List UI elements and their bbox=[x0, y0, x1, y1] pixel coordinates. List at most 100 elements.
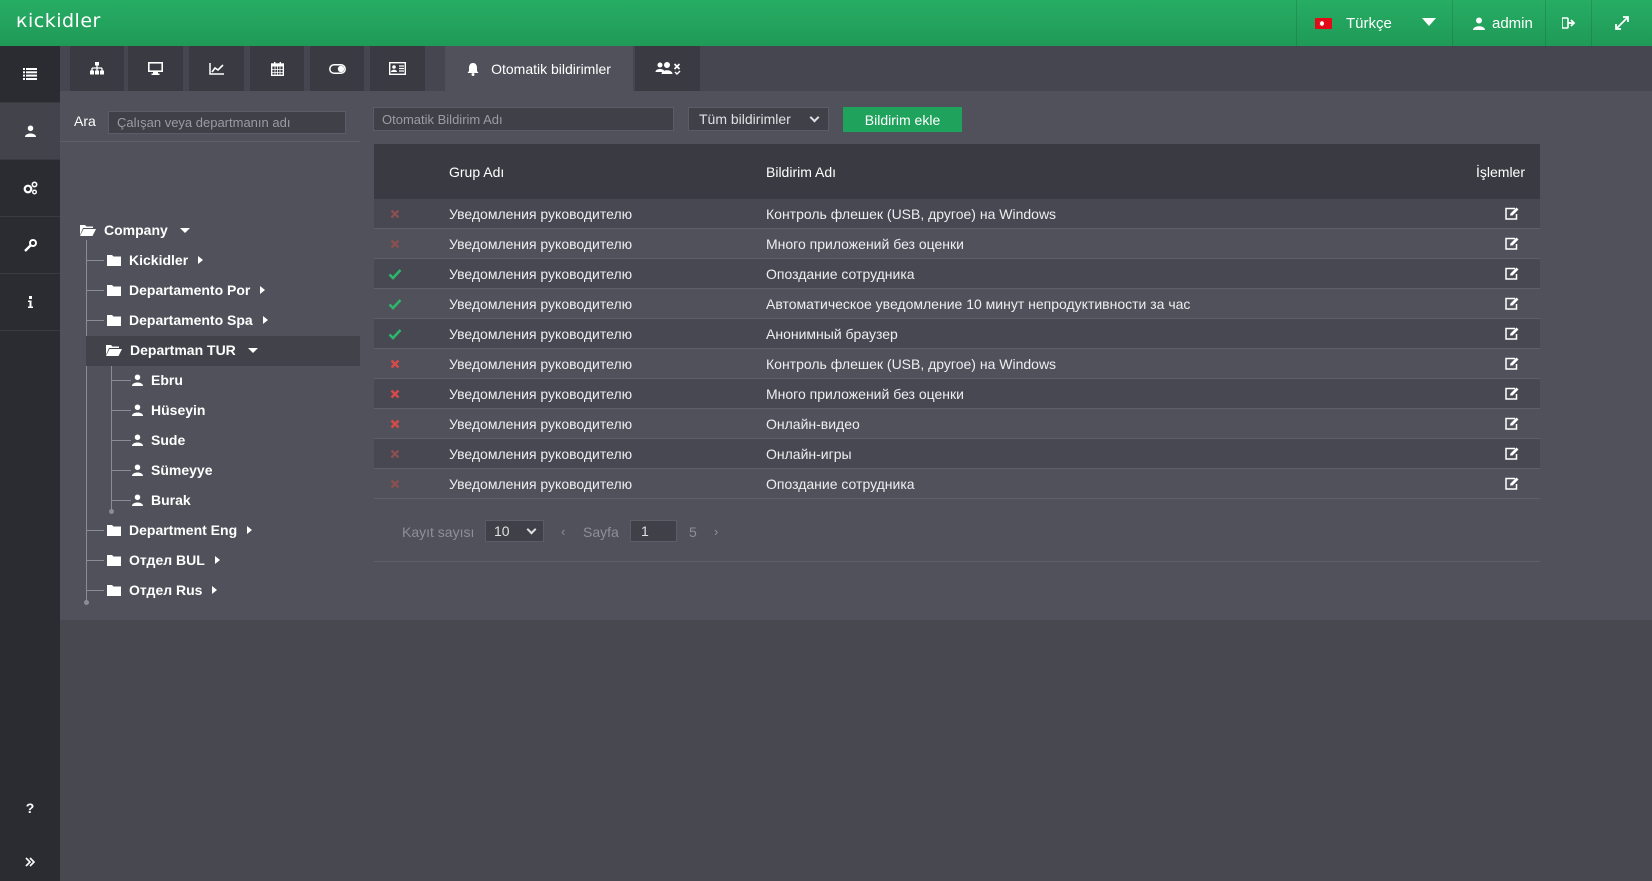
rail-employees-button[interactable] bbox=[0, 103, 60, 160]
notification-name-cell[interactable]: Анонимный браузер bbox=[766, 326, 898, 342]
rail-tools-button[interactable] bbox=[0, 217, 60, 274]
user-menu[interactable]: admin bbox=[1452, 0, 1545, 46]
edit-icon[interactable] bbox=[1505, 207, 1519, 223]
total-pages: 5 bbox=[689, 524, 697, 540]
table-row[interactable]: Уведомления руководителю Много приложений… bbox=[374, 229, 1540, 259]
tab-calendar[interactable] bbox=[250, 46, 304, 91]
double-chevron-right-icon bbox=[25, 857, 35, 867]
edit-icon[interactable] bbox=[1505, 417, 1519, 433]
caret-right-icon bbox=[247, 526, 253, 534]
column-header-name[interactable]: Bildirim Adı bbox=[766, 164, 836, 180]
folder-icon bbox=[107, 555, 121, 566]
tab-automatic-notifications[interactable]: Otomatik bildirimler bbox=[445, 46, 633, 91]
edit-icon[interactable] bbox=[1505, 297, 1519, 313]
table-row[interactable]: Уведомления руководителю Контроль флешек … bbox=[374, 349, 1540, 379]
line-chart-icon bbox=[209, 62, 224, 75]
rail-info-button[interactable] bbox=[0, 274, 60, 331]
records-count-select[interactable]: 10 bbox=[485, 520, 544, 542]
page-number-input[interactable] bbox=[630, 520, 677, 542]
notification-search-input[interactable] bbox=[373, 107, 674, 131]
tab-bar: Otomatik bildirimler bbox=[60, 46, 1652, 91]
notification-name-cell[interactable]: Много приложений без оценки bbox=[766, 236, 964, 252]
table-row[interactable]: Уведомления руководителю Анонимный браузе… bbox=[374, 319, 1540, 349]
tree-search-input[interactable] bbox=[108, 111, 346, 134]
status-x-icon[interactable] bbox=[388, 417, 402, 431]
notification-name-cell[interactable]: Онлайн-игры bbox=[766, 446, 852, 462]
table-row[interactable]: Уведомления руководителю Онлайн-видео bbox=[374, 409, 1540, 439]
tree-connector bbox=[111, 380, 131, 381]
tree-node-label: Company bbox=[104, 222, 168, 238]
tree-connector bbox=[86, 590, 104, 591]
edit-icon[interactable] bbox=[1505, 477, 1519, 493]
edit-icon[interactable] bbox=[1505, 237, 1519, 253]
caret-right-icon bbox=[260, 286, 266, 294]
filter-selected-value: Tüm bildirimler bbox=[699, 111, 791, 127]
tree-node-employee[interactable]: Hüseyin bbox=[132, 395, 205, 425]
tree-node-department[interactable]: Отдел Rus bbox=[107, 575, 218, 605]
notification-name-cell[interactable]: Опоздание сотрудника bbox=[766, 476, 915, 492]
tab-id-card[interactable] bbox=[370, 46, 425, 91]
tab-structure[interactable] bbox=[70, 46, 124, 91]
status-x-icon[interactable] bbox=[388, 477, 402, 491]
notification-name-cell[interactable]: Автоматическое уведомление 10 минут непр… bbox=[766, 296, 1190, 312]
table-row[interactable]: Уведомления руководителю Опоздание сотруд… bbox=[374, 469, 1540, 499]
expand-rail-button[interactable] bbox=[0, 847, 60, 877]
edit-icon[interactable] bbox=[1505, 357, 1519, 373]
tab-users-excluded[interactable] bbox=[635, 46, 700, 91]
tab-statistics[interactable] bbox=[189, 46, 244, 91]
next-page-button[interactable]: › bbox=[714, 524, 718, 539]
notification-name-cell[interactable]: Онлайн-видео bbox=[766, 416, 860, 432]
table-row[interactable]: Уведомления руководителю Контроль флешек … bbox=[374, 199, 1540, 229]
tree-node-department-selected[interactable]: Departman TUR bbox=[106, 335, 258, 365]
tree-node-employee[interactable]: Sümeyye bbox=[132, 455, 212, 485]
tab-toggles[interactable] bbox=[310, 46, 364, 91]
status-x-icon[interactable] bbox=[388, 387, 402, 401]
status-check-icon[interactable] bbox=[388, 297, 402, 311]
tree-connector bbox=[111, 410, 131, 411]
status-check-icon[interactable] bbox=[388, 267, 402, 281]
tree-node-label: Hüseyin bbox=[151, 402, 206, 418]
edit-icon[interactable] bbox=[1505, 387, 1519, 403]
app-logo[interactable]: кіckidler bbox=[16, 10, 101, 32]
records-count-value: 10 bbox=[494, 523, 510, 539]
fullscreen-button[interactable] bbox=[1591, 0, 1652, 46]
rail-list-button[interactable] bbox=[0, 46, 60, 103]
notification-name-cell[interactable]: Опоздание сотрудника bbox=[766, 266, 915, 282]
tree-node-employee[interactable]: Ebru bbox=[132, 365, 183, 395]
add-notification-button[interactable]: Bildirim ekle bbox=[843, 107, 962, 132]
edit-icon[interactable] bbox=[1505, 267, 1519, 283]
tab-monitor[interactable] bbox=[128, 46, 183, 91]
status-x-icon[interactable] bbox=[388, 237, 402, 251]
table-row[interactable]: Уведомления руководителю Автоматическое у… bbox=[374, 289, 1540, 319]
group-name-cell: Уведомления руководителю bbox=[449, 266, 633, 282]
table-row[interactable]: Уведомления руководителю Опоздание сотруд… bbox=[374, 259, 1540, 289]
calendar-icon bbox=[270, 61, 284, 76]
tree-node-employee[interactable]: Burak bbox=[132, 485, 191, 515]
tree-node-department[interactable]: Department Eng bbox=[107, 515, 253, 545]
help-button[interactable]: ? bbox=[0, 793, 60, 823]
tree-node-label: Отдел BUL bbox=[129, 552, 205, 568]
notification-name-cell[interactable]: Контроль флешек (USB, другое) на Windows bbox=[766, 206, 1056, 222]
table-row[interactable]: Уведомления руководителю Много приложений… bbox=[374, 379, 1540, 409]
notification-name-cell[interactable]: Много приложений без оценки bbox=[766, 386, 964, 402]
tree-node-department[interactable]: Departamento Spa bbox=[107, 305, 268, 335]
tree-node-department[interactable]: Departamento Por bbox=[107, 275, 266, 305]
column-header-group[interactable]: Grup Adı bbox=[449, 164, 504, 180]
status-x-icon[interactable] bbox=[388, 207, 402, 221]
status-check-icon[interactable] bbox=[388, 327, 402, 341]
tree-node-employee[interactable]: Sude bbox=[132, 425, 185, 455]
edit-icon[interactable] bbox=[1505, 327, 1519, 343]
tree-node-department[interactable]: Отдел BUL bbox=[107, 545, 220, 575]
tree-node-department[interactable]: Kickidler bbox=[107, 245, 204, 275]
edit-icon[interactable] bbox=[1505, 447, 1519, 463]
table-row[interactable]: Уведомления руководителю Онлайн-игры bbox=[374, 439, 1540, 469]
language-selector[interactable]: Türkçe bbox=[1296, 0, 1452, 46]
status-x-icon[interactable] bbox=[388, 447, 402, 461]
notification-filter-select[interactable]: Tüm bildirimler bbox=[688, 107, 829, 131]
notification-name-cell[interactable]: Контроль флешек (USB, другое) на Windows bbox=[766, 356, 1056, 372]
tree-node-company[interactable]: Company bbox=[80, 215, 190, 245]
rail-settings-button[interactable] bbox=[0, 160, 60, 217]
prev-page-button[interactable]: ‹ bbox=[561, 524, 565, 539]
status-x-icon[interactable] bbox=[388, 357, 402, 371]
logout-button[interactable] bbox=[1545, 0, 1591, 46]
